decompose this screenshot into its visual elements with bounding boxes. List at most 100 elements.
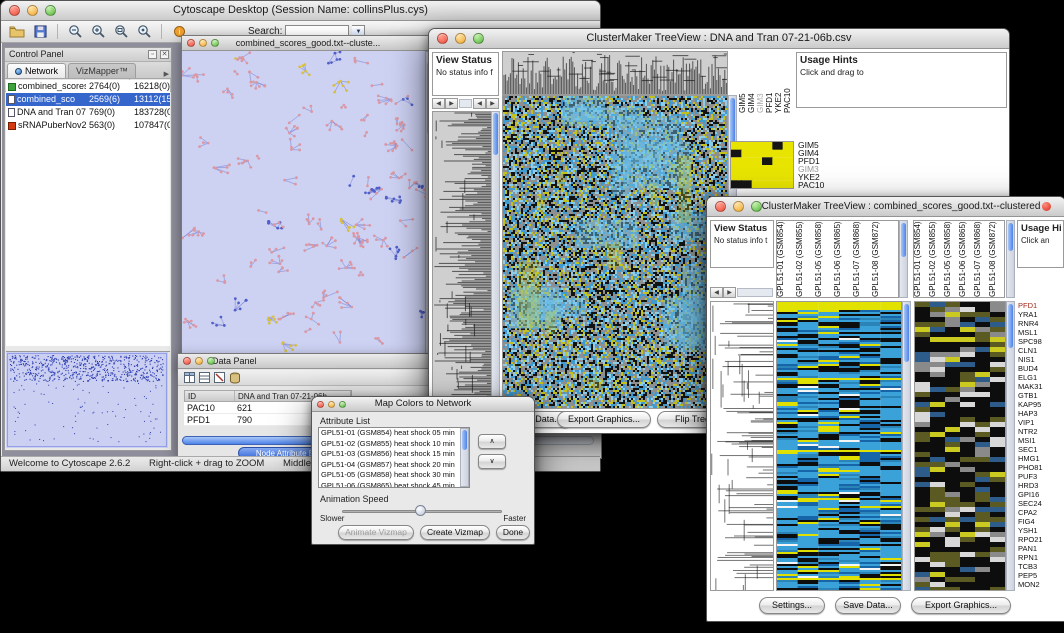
row-dendrogram-canvas[interactable] <box>711 302 773 590</box>
close-button[interactable] <box>9 5 20 16</box>
zoom-fit-icon[interactable] <box>111 23 131 41</box>
col-label[interactable]: GIM5 <box>739 51 748 113</box>
gene-label[interactable]: SPC98 <box>1018 337 1064 346</box>
col-label[interactable]: GPL51-05 (GSM858) <box>815 221 834 297</box>
gene-label[interactable]: FIG4 <box>1018 517 1064 526</box>
scroll-track[interactable] <box>459 99 472 108</box>
gene-label[interactable]: KAP95 <box>1018 400 1064 409</box>
gene-label[interactable]: BUD4 <box>1018 364 1064 373</box>
cytoscape-titlebar[interactable]: Cytoscape Desktop (Session Name: collins… <box>1 1 600 21</box>
zoom-button[interactable] <box>211 39 219 47</box>
col-label[interactable]: GPL51-01 (GSM854) <box>914 221 929 297</box>
float-panel-icon[interactable]: ▫ <box>148 50 157 59</box>
gene-label[interactable]: HRD3 <box>1018 481 1064 490</box>
secondary-heatmap-scrollbar[interactable] <box>1006 301 1015 591</box>
save-session-icon[interactable] <box>30 23 50 41</box>
attribute-item[interactable]: GPL51-04 (GSM857) heat shock 20 min <box>319 460 469 471</box>
network-window-titlebar[interactable]: combined_scores_good.txt--cluste... <box>182 36 434 51</box>
gene-label[interactable]: HAP3 <box>1018 409 1064 418</box>
select-attributes-icon[interactable] <box>184 372 195 383</box>
gene-label[interactable]: PAN1 <box>1018 544 1064 553</box>
col-label[interactable]: GPL51-01 (GSM854) <box>777 221 796 297</box>
col-label[interactable]: GPL51-08 (GSM872) <box>872 221 891 297</box>
col-label[interactable]: YKE2 <box>775 51 784 113</box>
gene-label[interactable]: CLN1 <box>1018 346 1064 355</box>
gene-label[interactable]: MAK31 <box>1018 382 1064 391</box>
move-up-button[interactable]: ∧ <box>478 434 506 449</box>
close-button[interactable] <box>715 201 726 212</box>
gene-label[interactable]: PHO81 <box>1018 463 1064 472</box>
heatmap-canvas[interactable] <box>777 302 901 590</box>
row-dendrogram-canvas[interactable] <box>433 112 491 408</box>
gene-label[interactable]: NTR2 <box>1018 427 1064 436</box>
gene-label[interactable]: RPO21 <box>1018 535 1064 544</box>
network-view-canvas[interactable] <box>182 51 434 370</box>
tab-network[interactable]: Network <box>7 63 66 78</box>
gene-label[interactable]: PFD1 <box>1018 301 1064 310</box>
attribute-item[interactable]: GPL51-02 (GSM855) heat shock 10 min <box>319 439 469 450</box>
col-labels-scrollbar[interactable] <box>899 220 908 298</box>
col-label[interactable]: GPL51-02 (GSM855) <box>796 221 815 297</box>
attribute-item[interactable]: GPL51-03 (GSM856) heat shock 15 min <box>319 449 469 460</box>
network-row[interactable]: sRNAPuberNov2 563(0) 107847(0) <box>6 119 170 132</box>
heatmap-vertical-scrollbar[interactable] <box>902 301 911 591</box>
scroll-track[interactable] <box>737 288 773 297</box>
minimize-button[interactable] <box>455 33 466 44</box>
zoom-button[interactable] <box>751 201 762 212</box>
export-graphics-button[interactable]: Export Graphics... <box>911 597 1011 614</box>
gene-label[interactable]: MSL1 <box>1018 328 1064 337</box>
gene-label[interactable]: SEC1 <box>1018 445 1064 454</box>
dendro-vertical-scrollbar[interactable] <box>491 111 500 409</box>
network-row[interactable]: combined_sco 2569(6) 13112(15) <box>6 93 170 106</box>
close-panel-icon[interactable]: ✕ <box>160 50 169 59</box>
col-label[interactable]: PAC10 <box>784 51 793 113</box>
col-label[interactable]: GPL51-08 (GSM872) <box>989 221 1004 297</box>
tab-overflow-icon[interactable]: ▶ <box>164 70 169 78</box>
gene-label[interactable]: HMG1 <box>1018 454 1064 463</box>
scroll-right-icon[interactable]: ▶ <box>486 98 499 109</box>
scrollbar-thumb[interactable] <box>462 430 467 450</box>
create-vizmap-button[interactable]: Create Vizmap <box>420 525 490 540</box>
network-overview-canvas[interactable] <box>6 352 168 448</box>
minimize-button[interactable] <box>199 39 207 47</box>
gene-label[interactable]: SEC24 <box>1018 499 1064 508</box>
gene-label[interactable]: YRA1 <box>1018 310 1064 319</box>
col-label[interactable]: GPL51-02 (GSM855) <box>929 221 944 297</box>
zoom-button[interactable] <box>207 357 215 365</box>
zoom-button[interactable] <box>45 5 56 16</box>
close-button[interactable] <box>187 39 195 47</box>
save-data-button[interactable]: Save Data... <box>835 597 901 614</box>
gene-label[interactable]: GPI16 <box>1018 490 1064 499</box>
attribute-item[interactable]: GPL51-06 (GSM865) heat shock 45 min <box>319 481 469 489</box>
zoom-in-icon[interactable] <box>88 23 108 41</box>
zoom-selected-icon[interactable] <box>134 23 154 41</box>
export-graphics-button[interactable]: Export Graphics... <box>557 411 651 428</box>
secondary-heatmap-canvas[interactable] <box>915 302 1005 590</box>
zoom-out-icon[interactable] <box>65 23 85 41</box>
scroll-left-icon[interactable]: ◀ <box>710 287 723 298</box>
zoom-button[interactable] <box>339 401 346 408</box>
treeview1-titlebar[interactable]: ClusterMaker TreeView : DNA and Tran 07-… <box>429 29 1009 49</box>
col-label[interactable]: GPL51-06 (GSM865) <box>834 221 853 297</box>
minimize-button[interactable] <box>328 401 335 408</box>
minimize-button[interactable] <box>733 201 744 212</box>
gene-label[interactable]: NIS1 <box>1018 355 1064 364</box>
animate-vizmap-button[interactable]: Animate Vizmap <box>338 525 414 540</box>
create-attribute-icon[interactable] <box>199 372 210 383</box>
gene-label[interactable]: RPN1 <box>1018 553 1064 562</box>
scrollbar-thumb[interactable] <box>1008 223 1013 251</box>
gene-label[interactable]: PEP5 <box>1018 571 1064 580</box>
gene-label[interactable]: ELG1 <box>1018 373 1064 382</box>
attribute-db-icon[interactable] <box>229 372 241 384</box>
scroll-right-icon[interactable]: ▶ <box>445 98 458 109</box>
tab-vizmapper[interactable]: VizMapper™ <box>68 63 136 78</box>
col-label[interactable]: GIM4 <box>748 51 757 113</box>
scrollbar-thumb[interactable] <box>904 304 909 362</box>
gene-label[interactable]: MSI1 <box>1018 436 1064 445</box>
delete-attribute-icon[interactable] <box>214 372 225 383</box>
scrollbar-thumb[interactable] <box>901 223 906 257</box>
col-label[interactable]: GPL51-05 (GSM858) <box>944 221 959 297</box>
cluster-matrix-canvas[interactable] <box>731 142 793 188</box>
col-label[interactable]: PFD1 <box>766 51 775 113</box>
col-label[interactable]: GPL51-07 (GSM868) <box>853 221 872 297</box>
